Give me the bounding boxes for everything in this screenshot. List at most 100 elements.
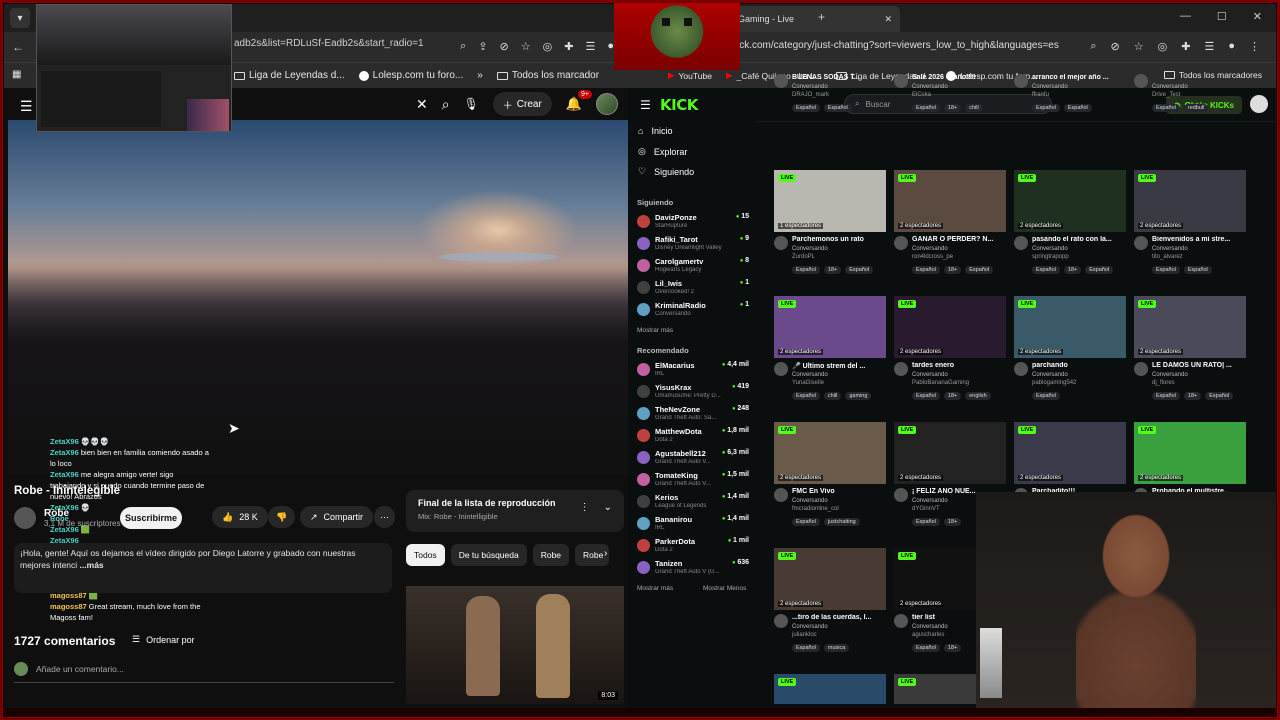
media-icon[interactable]: ☰ (585, 40, 595, 53)
account-avatar[interactable] (596, 93, 618, 115)
stream-thumbnail[interactable]: LIVE 2 espectadores (1134, 422, 1246, 484)
stream-tag[interactable]: Español (1183, 266, 1212, 274)
stream-tag[interactable]: 18+ (1183, 392, 1202, 400)
description-more[interactable]: ...más (80, 560, 104, 570)
stream-tag[interactable]: Español (1205, 392, 1234, 400)
close-tab-icon[interactable]: ✕ (884, 14, 892, 25)
stream-tag[interactable]: Español (792, 392, 820, 400)
stream-card[interactable]: LIVE 2 espectadores ¡ FELIZ AÑO NUE... Conv… (894, 422, 1006, 526)
stream-card[interactable]: LIVE 2 espectadores tardes enero Conversand… (894, 296, 1006, 400)
menu-icon[interactable]: ☰ (20, 98, 33, 115)
kick-avatar[interactable] (1250, 95, 1268, 113)
all-bookmarks[interactable]: Todos los marcadores (1163, 70, 1262, 80)
following-item-rafiki_tarot[interactable]: Rafiki_TarotDisney Dreamlight Valley 9 (637, 234, 749, 256)
stream-card[interactable]: LIVE 2 espectadores pasando el rato con la… (1014, 170, 1126, 274)
close-window-icon[interactable]: ✕ (1253, 10, 1262, 23)
clear-search-icon[interactable]: ✕ (416, 96, 428, 113)
subscribe-button[interactable]: Suscribirme (120, 507, 182, 529)
following-item-davizponze[interactable]: DavizPonzeStarRupture 15 (637, 212, 749, 234)
sort-comments-button[interactable]: ☰ Ordenar por (132, 634, 195, 645)
stream-tag[interactable]: Español (1032, 392, 1060, 400)
stream-tag[interactable]: justchatting (823, 518, 860, 526)
stream-card[interactable]: LIVE 2 espectadores FMC En Vivo Conversando… (774, 422, 886, 526)
more-actions-button[interactable]: ⋯ (374, 506, 395, 528)
recommended-item-tanizen[interactable]: TanizenGrand Theft Auto V (G... 636 (637, 558, 749, 580)
stream-tag[interactable]: 18+ (943, 518, 962, 526)
stream-tag[interactable]: Español (792, 104, 820, 112)
stream-tag[interactable]: Español (1085, 266, 1114, 274)
recommended-item-thenevzone[interactable]: TheNevZoneGrand Theft Auto: Sa... 248 (637, 404, 749, 426)
stream-tag[interactable]: 18+ (1063, 266, 1082, 274)
recommended-item-kerios[interactable]: KeriosLeague of Legends 1,4 mil (637, 492, 749, 514)
bookmark-lolesp[interactable]: Lolesp.com tu foro... (358, 70, 463, 81)
stream-tag[interactable]: Español (792, 644, 820, 652)
playlist-panel[interactable]: Final de la lista de reproducción Mix: R… (406, 490, 624, 532)
related-video-thumbnail[interactable]: 8:03 (406, 586, 624, 704)
extension-icon[interactable]: ◎ (1158, 40, 1168, 53)
recommended-item-parkerdota[interactable]: ParkerDotaDota 2 1 mil (637, 536, 749, 558)
channel-avatar[interactable] (14, 507, 36, 529)
kebab-icon[interactable]: ⋮ (1249, 40, 1260, 53)
left-url-text[interactable]: adb2s&list=RDLuSf-Eadb2s&start_radio=1 (234, 38, 424, 49)
stream-tag[interactable]: Español (1152, 392, 1180, 400)
stream-card-bottom[interactable]: LIVE (774, 674, 886, 704)
stream-tag[interactable]: 18+ (943, 104, 962, 112)
stream-tag[interactable]: 18+ (943, 266, 962, 274)
puzzle-icon[interactable]: ✚ (564, 40, 573, 53)
active-tab[interactable]: Gaming - Live ✕ (718, 6, 900, 32)
eye-off-icon[interactable]: ⊘ (1111, 40, 1120, 53)
stream-tag[interactable]: english (965, 392, 991, 400)
stream-card[interactable]: LIVE 2 espectadores Bienvenidos a mi stre.… (1134, 170, 1246, 274)
stream-tag[interactable]: musica (823, 644, 850, 652)
new-tab-icon[interactable]: + (818, 10, 825, 24)
show-more-following[interactable]: Mostrar más (637, 327, 673, 334)
media-icon[interactable]: ☰ (1204, 40, 1214, 53)
stream-card[interactable]: LIVE 2 espectadores LE DAMOS UN RATO| ... C… (1134, 296, 1246, 400)
stream-tag[interactable]: 18+ (943, 392, 962, 400)
apps-icon[interactable]: ▦ (12, 69, 21, 80)
stream-tag[interactable]: redbull (1183, 104, 1209, 112)
stream-card[interactable]: LIVE 2 espectadores 🎤 Ultimo strem del ...… (774, 296, 886, 400)
chevron-right-icon[interactable]: › (604, 548, 607, 559)
chevron-down-icon[interactable]: ⌄ (604, 502, 612, 513)
nav-explore[interactable]: ◎ Explorar (638, 146, 687, 157)
stream-tag[interactable]: Español (1063, 104, 1092, 112)
back-icon[interactable]: ← (12, 40, 24, 54)
stream-tag[interactable]: Español (965, 266, 994, 274)
show-less-recommended[interactable]: Mostrar Menos (703, 585, 746, 592)
stream-tag[interactable]: 18+ (943, 644, 962, 652)
recommended-item-yisuskrax[interactable]: YisusKraxUmamusume: Pretty D... 419 (637, 382, 749, 404)
stream-thumbnail[interactable]: LIVE 2 espectadores (894, 422, 1006, 484)
like-button[interactable]: 👍 28 K (212, 506, 268, 528)
share-button[interactable]: ↗ Compartir (300, 506, 374, 528)
recommended-item-tomateking[interactable]: TomateKingGrand Theft Auto V... 1,5 mil (637, 470, 749, 492)
stream-tag[interactable]: 18+ (823, 266, 842, 274)
stream-thumbnail[interactable]: LIVE 2 espectadores (774, 422, 886, 484)
stream-thumbnail[interactable]: LIVE 2 espectadores (894, 170, 1006, 232)
following-item-kriminalradio[interactable]: KriminalRadioConversando 1 (637, 300, 749, 322)
stream-thumbnail[interactable]: LIVE 2 espectadores (1134, 296, 1246, 358)
stream-thumbnail[interactable]: LIVE 2 espectadores (1014, 296, 1126, 358)
video-description[interactable]: ¡Hola, gente! Aquí os dejamos el vídeo d… (14, 543, 392, 593)
stream-card[interactable]: LIVE 2 espectadores parchando Conversando pa… (1014, 296, 1126, 400)
stream-tag[interactable]: Español (912, 392, 940, 400)
right-url-text[interactable]: kick.com/category/just-chatting?sort=vie… (732, 40, 1059, 51)
stream-tag[interactable]: Español (912, 518, 940, 526)
recommended-item-elmacarius[interactable]: ElMacariusIRL 4,4 mil (637, 360, 749, 382)
stream-thumbnail[interactable]: LIVE (774, 674, 886, 704)
recommended-item-matthewdota[interactable]: MatthewDotaDota 2 1,8 mil (637, 426, 749, 448)
chip-search[interactable]: De tu búsqueda (450, 544, 527, 566)
recommended-item-bananirou[interactable]: BananirouIRL 1,4 mil (637, 514, 749, 536)
star-icon[interactable]: ☆ (521, 40, 531, 53)
stream-card[interactable]: LIVE 2 espectadores ...tiro de las cuerdas… (774, 548, 886, 652)
maximize-icon[interactable]: ☐ (1217, 10, 1227, 23)
stream-thumbnail[interactable]: LIVE 2 espectadores (774, 296, 886, 358)
profile-icon[interactable]: ● (1228, 40, 1235, 53)
stream-tag[interactable]: gaming (845, 392, 872, 400)
tab-search-button[interactable]: ▾ (10, 8, 30, 28)
stream-tag[interactable]: Español (1152, 266, 1180, 274)
stream-tag[interactable]: Español (1032, 266, 1060, 274)
kebab-icon[interactable]: ⋮ (580, 502, 590, 513)
kick-logo[interactable]: KICK (660, 96, 698, 114)
stream-thumbnail[interactable]: LIVE 1 espectadores (774, 170, 886, 232)
